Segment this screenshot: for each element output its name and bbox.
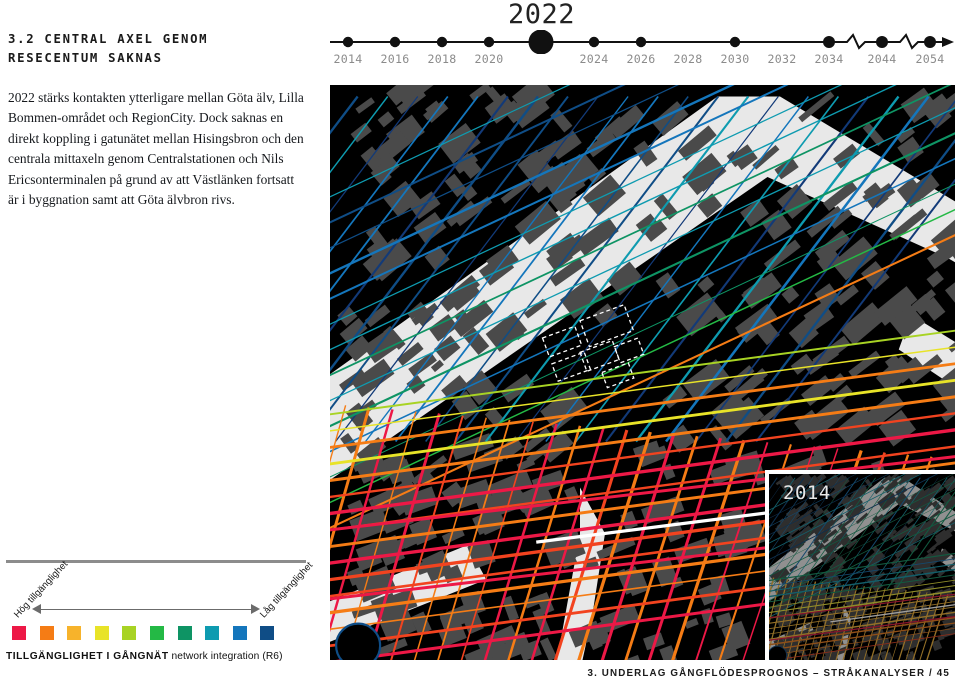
timeline-axis bbox=[330, 30, 954, 54]
timeline-dot[interactable] bbox=[729, 36, 741, 48]
inset-year-label: 2014 bbox=[783, 482, 831, 504]
timeline-year-label[interactable]: 2018 bbox=[427, 52, 456, 66]
timeline-dot[interactable] bbox=[635, 36, 647, 48]
timeline-year-label[interactable]: 2034 bbox=[814, 52, 843, 66]
legend-swatch bbox=[150, 625, 164, 640]
legend-low-label: Låg tillgänglighet bbox=[257, 559, 316, 620]
timeline-year-label[interactable]: 2030 bbox=[720, 52, 749, 66]
timeline-year-label[interactable]: 2032 bbox=[767, 52, 796, 66]
timeline-year-label[interactable]: 2014 bbox=[333, 52, 362, 66]
legend-swatch bbox=[94, 625, 109, 640]
timeline-arrow-icon bbox=[942, 37, 954, 47]
timeline-year-label[interactable]: 2026 bbox=[626, 52, 655, 66]
timeline-dot-active[interactable] bbox=[528, 30, 554, 54]
timeline-year-label[interactable]: 2024 bbox=[579, 52, 608, 66]
timeline-year-label[interactable]: 2044 bbox=[867, 52, 896, 66]
timeline: 2022 2014 2016 2018 2020 2024 2026 2028 2030 203… bbox=[330, 0, 955, 78]
legend-swatch bbox=[67, 625, 82, 640]
legend-caption-light: network integration (R6) bbox=[171, 650, 283, 662]
legend-swatch bbox=[205, 625, 220, 640]
legend: Hög tillgänglighet Låg tillgänglighet TI… bbox=[6, 558, 322, 662]
legend-caption: TILLGÄNGLIGHET I GÅNGNÄT network integra… bbox=[6, 651, 322, 662]
legend-swatch bbox=[177, 625, 192, 640]
text-column: 3.2 Central axel genom resecentum saknas… bbox=[8, 30, 308, 210]
timeline-dot[interactable] bbox=[924, 36, 936, 48]
timeline-year-labels: 2014 2016 2018 2020 2024 2026 2028 2030 2032 2034… bbox=[330, 52, 955, 72]
map-inset-2014: 2014 bbox=[765, 470, 955, 660]
legend-swatches bbox=[6, 625, 306, 643]
legend-high-label: Hög tillgänglighet bbox=[11, 558, 71, 620]
timeline-dot[interactable] bbox=[436, 36, 448, 48]
section-body-text: 2022 stärks kontakten ytterligare mellan… bbox=[8, 90, 304, 207]
page-footer: 3. UNDERLAG GÅNGFLÖDESPROGNOS – STRÅKANA… bbox=[587, 668, 950, 679]
legend-swatch bbox=[122, 625, 137, 640]
legend-swatch bbox=[39, 625, 54, 640]
document-page: 3.2 Central axel genom resecentum saknas… bbox=[0, 0, 960, 687]
legend-swatch bbox=[260, 625, 275, 640]
timeline-year-label[interactable]: 2028 bbox=[673, 52, 702, 66]
legend-caption-strong: TILLGÄNGLIGHET I GÅNGNÄT bbox=[6, 650, 169, 662]
timeline-dot[interactable] bbox=[342, 36, 354, 48]
section-heading: 3.2 Central axel genom resecentum saknas bbox=[8, 32, 209, 66]
timeline-dot[interactable] bbox=[876, 36, 888, 48]
timeline-dot[interactable] bbox=[823, 36, 835, 48]
legend-axis: Hög tillgänglighet Låg tillgänglighet bbox=[6, 558, 315, 625]
timeline-dot[interactable] bbox=[483, 36, 495, 48]
timeline-current-year: 2022 bbox=[508, 0, 576, 30]
timeline-year-label[interactable]: 2020 bbox=[474, 52, 503, 66]
map-roundabout bbox=[335, 622, 382, 660]
map-network-integration: 2014 bbox=[330, 85, 955, 660]
timeline-year-label[interactable]: 2016 bbox=[380, 52, 409, 66]
timeline-dot[interactable] bbox=[389, 36, 401, 48]
legend-axis-line bbox=[34, 608, 256, 610]
legend-swatch bbox=[12, 625, 26, 640]
timeline-year-label[interactable]: 2054 bbox=[915, 52, 944, 66]
timeline-dot[interactable] bbox=[588, 36, 600, 48]
legend-swatch bbox=[232, 625, 247, 640]
